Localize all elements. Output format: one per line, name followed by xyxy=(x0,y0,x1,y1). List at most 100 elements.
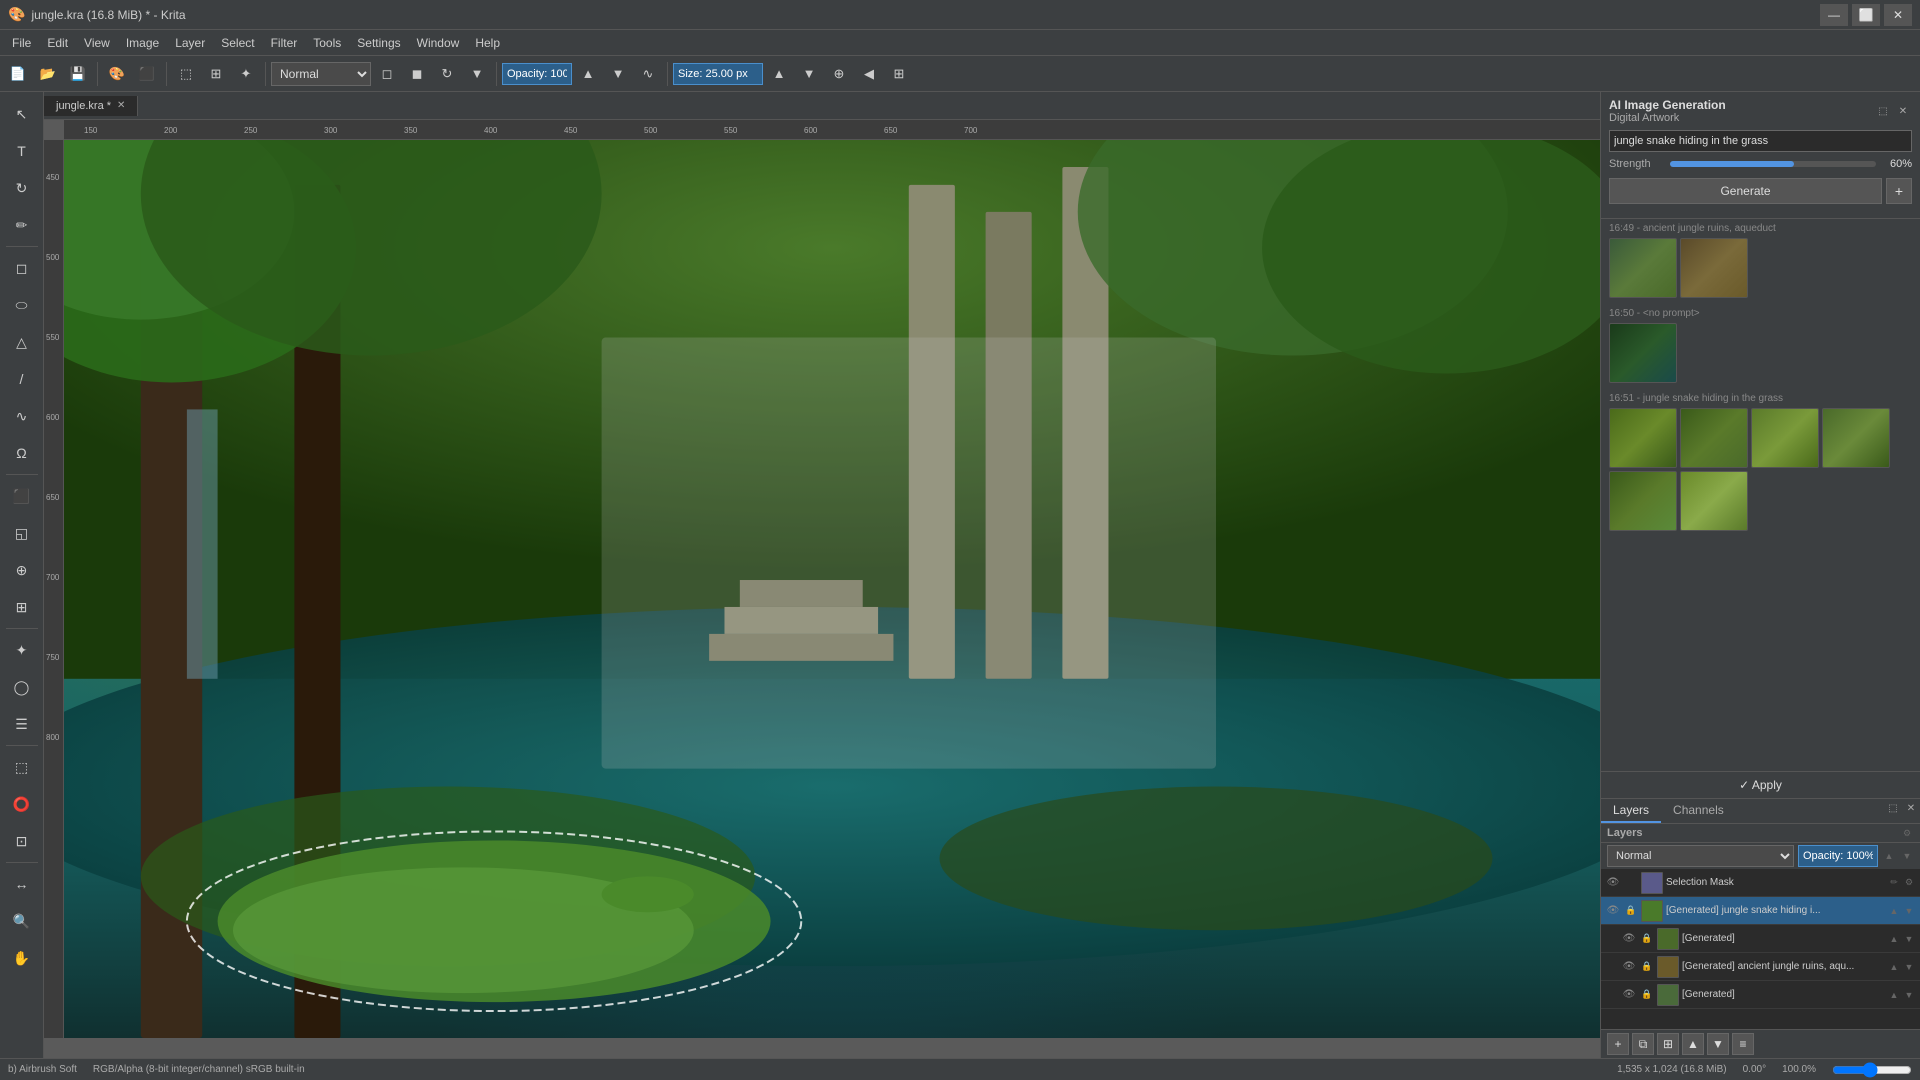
gen-thumb-snake-6[interactable] xyxy=(1680,471,1748,531)
layer-up-btn-snake[interactable]: ▲ xyxy=(1887,904,1901,918)
layer-down-gen-2[interactable]: ▼ xyxy=(1902,988,1916,1002)
add-generation-btn[interactable]: + xyxy=(1886,178,1912,204)
layer-menu-btn[interactable]: ≡ xyxy=(1732,1033,1754,1055)
layer-add-btn[interactable]: + xyxy=(1607,1033,1629,1055)
layer-down-gen-1[interactable]: ▼ xyxy=(1902,932,1916,946)
tool-selection-rect[interactable]: ⬚ xyxy=(4,749,40,785)
layers-float-btn[interactable]: ⬚ xyxy=(1884,799,1902,817)
menu-filter[interactable]: Filter xyxy=(263,34,306,52)
opacity-input[interactable] xyxy=(502,63,572,85)
tool-path[interactable]: ∿ xyxy=(4,398,40,434)
tool-shape-ellipse[interactable]: ⬭ xyxy=(4,287,40,323)
open-btn[interactable]: 📂 xyxy=(34,60,62,88)
zoom-slider[interactable] xyxy=(1832,1062,1912,1078)
gen-thumb-snake-2[interactable] xyxy=(1680,408,1748,468)
tool-selection-poly[interactable]: ⊡ xyxy=(4,823,40,859)
tab-layers[interactable]: Layers xyxy=(1601,799,1661,823)
menu-view[interactable]: View xyxy=(76,34,118,52)
preserve-alpha-btn[interactable]: ◼ xyxy=(403,60,431,88)
layer-eye-gen-1[interactable]: 👁 xyxy=(1621,931,1637,947)
tool-text[interactable]: T xyxy=(4,133,40,169)
layer-eye-selection-mask[interactable]: 👁 xyxy=(1605,875,1621,891)
tool-fill[interactable]: ⬛ xyxy=(4,478,40,514)
tab-close-icon[interactable]: ✕ xyxy=(117,100,125,111)
filter-btn[interactable]: ⊞ xyxy=(202,60,230,88)
color-fg-bg[interactable]: ⬛ xyxy=(133,60,161,88)
tool-zoom[interactable]: 🔍 xyxy=(4,903,40,939)
layer-item-generated-snake[interactable]: 👁 🔒 [Generated] jungle snake hiding i...… xyxy=(1601,897,1920,925)
opacity-down[interactable]: ▼ xyxy=(604,60,632,88)
brush-settings-btn[interactable]: ✦ xyxy=(232,60,260,88)
gen-thumb-snake-4[interactable] xyxy=(1822,408,1890,468)
tool-shape-poly[interactable]: △ xyxy=(4,324,40,360)
layers-opacity-up[interactable]: ▲ xyxy=(1882,849,1896,863)
tool-calligraphy[interactable]: Ω xyxy=(4,435,40,471)
layer-down-btn-snake[interactable]: ▼ xyxy=(1902,904,1916,918)
menu-settings[interactable]: Settings xyxy=(349,34,408,52)
mirror-btn[interactable]: ⊞ xyxy=(885,60,913,88)
ai-panel-close-btn[interactable]: ✕ xyxy=(1894,102,1912,120)
strength-bar[interactable] xyxy=(1670,161,1876,167)
gen-thumb-ruins-2[interactable] xyxy=(1680,238,1748,298)
tool-measure[interactable]: ↔ xyxy=(4,866,40,902)
layers-opacity-down[interactable]: ▼ xyxy=(1900,849,1914,863)
tool-crop[interactable]: ↻ xyxy=(4,170,40,206)
menu-edit[interactable]: Edit xyxy=(39,34,76,52)
size-input[interactable] xyxy=(673,63,763,85)
layer-eye-gen-2[interactable]: 👁 xyxy=(1621,987,1637,1003)
ai-prompt-input[interactable] xyxy=(1609,130,1912,152)
brush-mode-select[interactable]: Normal xyxy=(271,62,371,86)
layer-settings-btn-mask[interactable]: ⚙ xyxy=(1902,876,1916,890)
canvas-tab-jungle[interactable]: jungle.kra * ✕ xyxy=(44,96,138,116)
generate-btn[interactable]: Generate xyxy=(1609,178,1882,204)
save-btn[interactable]: 💾 xyxy=(64,60,92,88)
tab-channels[interactable]: Channels xyxy=(1661,799,1736,823)
size-up[interactable]: ▲ xyxy=(765,60,793,88)
gen-thumb-snake-1[interactable] xyxy=(1609,408,1677,468)
layer-up-gen-2[interactable]: ▲ xyxy=(1887,988,1901,1002)
transform-btn[interactable]: ⬚ xyxy=(172,60,200,88)
layer-item-generated-2[interactable]: 👁 🔒 [Generated] ▲ ▼ xyxy=(1601,981,1920,1009)
layer-eye-ruins[interactable]: 👁 xyxy=(1621,959,1637,975)
layer-eye-generated-snake[interactable]: 👁 xyxy=(1605,903,1621,919)
layer-up-ruins[interactable]: ▲ xyxy=(1887,960,1901,974)
more2-btn[interactable]: ◀ xyxy=(855,60,883,88)
menu-select[interactable]: Select xyxy=(213,34,262,52)
layer-item-generated-ruins[interactable]: 👁 🔒 [Generated] ancient jungle ruins, aq… xyxy=(1601,953,1920,981)
canvas-container[interactable]: 150200250 300350400 450500550 600650700 xyxy=(44,120,1600,1058)
layers-settings-btn[interactable]: ⚙ xyxy=(1900,826,1914,840)
tool-shape-rect[interactable]: ◻ xyxy=(4,250,40,286)
layer-up-gen-1[interactable]: ▲ xyxy=(1887,932,1901,946)
erase-btn[interactable]: ◻ xyxy=(373,60,401,88)
layer-group-btn[interactable]: ⊞ xyxy=(1657,1033,1679,1055)
tool-freehand[interactable]: ✏ xyxy=(4,207,40,243)
size-down[interactable]: ▼ xyxy=(795,60,823,88)
layer-edit-btn-mask[interactable]: ✏ xyxy=(1887,876,1901,890)
tool-selection-ellipse[interactable]: ⭕ xyxy=(4,786,40,822)
tool-clone[interactable]: ⊞ xyxy=(4,589,40,625)
more-btn[interactable]: ▼ xyxy=(463,60,491,88)
layer-item-selection-mask[interactable]: 👁 Selection Mask ✏ ⚙ xyxy=(1601,869,1920,897)
layers-mode-select[interactable]: Normal xyxy=(1607,845,1794,867)
new-btn[interactable]: 📄 xyxy=(4,60,32,88)
layer-down-btn[interactable]: ▼ xyxy=(1707,1033,1729,1055)
menu-layer[interactable]: Layer xyxy=(167,34,213,52)
menu-file[interactable]: File xyxy=(4,34,39,52)
angle-btn[interactable]: ⊕ xyxy=(825,60,853,88)
apply-button[interactable]: ✓ Apply xyxy=(1739,778,1782,792)
tool-multibrush[interactable]: ✦ xyxy=(4,632,40,668)
tool-select[interactable]: ↖ xyxy=(4,96,40,132)
menu-image[interactable]: Image xyxy=(118,34,167,52)
tool-gradient[interactable]: ◱ xyxy=(4,515,40,551)
menu-window[interactable]: Window xyxy=(409,34,468,52)
minimize-button[interactable]: — xyxy=(1820,4,1848,26)
tool-pan[interactable]: ✋ xyxy=(4,940,40,976)
layer-item-generated-1[interactable]: 👁 🔒 [Generated] ▲ ▼ xyxy=(1601,925,1920,953)
opacity-arrow[interactable]: ▲ xyxy=(574,60,602,88)
canvas-image[interactable] xyxy=(64,140,1600,1038)
tool-assist[interactable]: ☰ xyxy=(4,706,40,742)
flow-btn[interactable]: ∿ xyxy=(634,60,662,88)
layer-down-ruins[interactable]: ▼ xyxy=(1902,960,1916,974)
menu-tools[interactable]: Tools xyxy=(305,34,349,52)
menu-help[interactable]: Help xyxy=(467,34,508,52)
